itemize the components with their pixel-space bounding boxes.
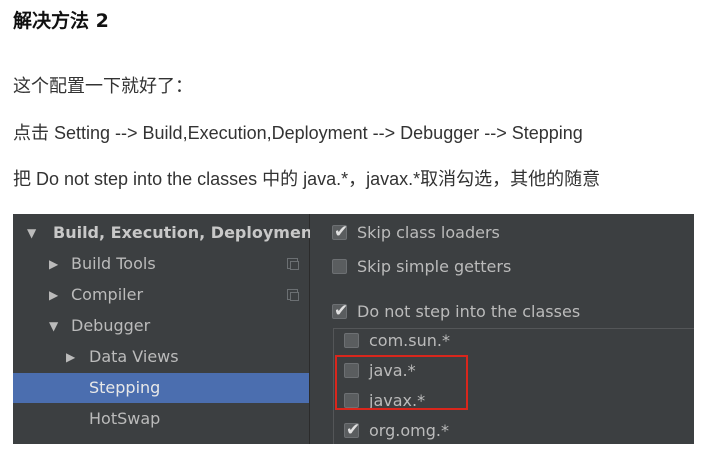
project-settings-icon (287, 289, 299, 301)
chevron-right-icon: ▶ (49, 257, 59, 271)
option-label: Do not step into the classes (357, 302, 581, 321)
tree-item-build-execution-deployment[interactable]: ▼ Build, Execution, Deployment (13, 218, 320, 248)
option-label: Skip simple getters (357, 257, 512, 276)
tree-item-label: Stepping (89, 378, 161, 397)
chevron-right-icon: ▶ (66, 350, 76, 364)
project-settings-icon (287, 258, 299, 270)
tree-item-label: Build Tools (71, 254, 156, 273)
option-label: Skip class loaders (357, 223, 500, 242)
instruction-text: 把 Do not step into the classes 中的 java.*… (13, 169, 601, 189)
chevron-right-icon: ▶ (49, 288, 59, 302)
chevron-down-icon: ▼ (27, 226, 37, 240)
skip-simple-getters-checkbox[interactable] (332, 259, 347, 274)
class-checkbox[interactable] (344, 333, 359, 348)
tree-item-label: Build, Execution, Deployment (53, 223, 320, 242)
chevron-down-icon: ▼ (49, 319, 59, 333)
tree-item-data-views[interactable]: ▶ Data Views (13, 342, 309, 372)
tree-item-build-tools[interactable]: ▶ Build Tools (13, 249, 309, 279)
settings-tree: ▼ Build, Execution, Deployment ▶ Build T… (13, 214, 320, 444)
do-not-step-into-classes-checkbox[interactable] (332, 299, 348, 323)
tree-item-label: Data Views (89, 347, 179, 366)
red-highlight-box (335, 355, 468, 410)
section-heading: 解决方法 2 (13, 10, 109, 32)
tree-item-label: Compiler (71, 285, 144, 304)
skip-class-loaders-checkbox[interactable] (332, 220, 348, 244)
tree-item-hotswap[interactable]: HotSwap (13, 404, 309, 434)
class-pattern-label: org.omg.* (369, 421, 449, 440)
tree-item-compiler[interactable]: ▶ Compiler (13, 280, 309, 310)
navigation-path-text: 点击 Setting --> Build,Execution,Deploymen… (13, 123, 583, 143)
tree-item-label: Debugger (71, 316, 151, 335)
class-pattern-label: com.sun.* (369, 331, 450, 350)
tree-item-label: HotSwap (89, 409, 161, 428)
settings-screenshot: ▼ Build, Execution, Deployment ▶ Build T… (13, 214, 694, 444)
class-checkbox[interactable] (344, 418, 360, 442)
tree-item-stepping[interactable]: Stepping (13, 373, 309, 403)
tree-item-debugger[interactable]: ▼ Debugger (13, 311, 309, 341)
intro-text: 这个配置一下就好了： (13, 76, 193, 96)
